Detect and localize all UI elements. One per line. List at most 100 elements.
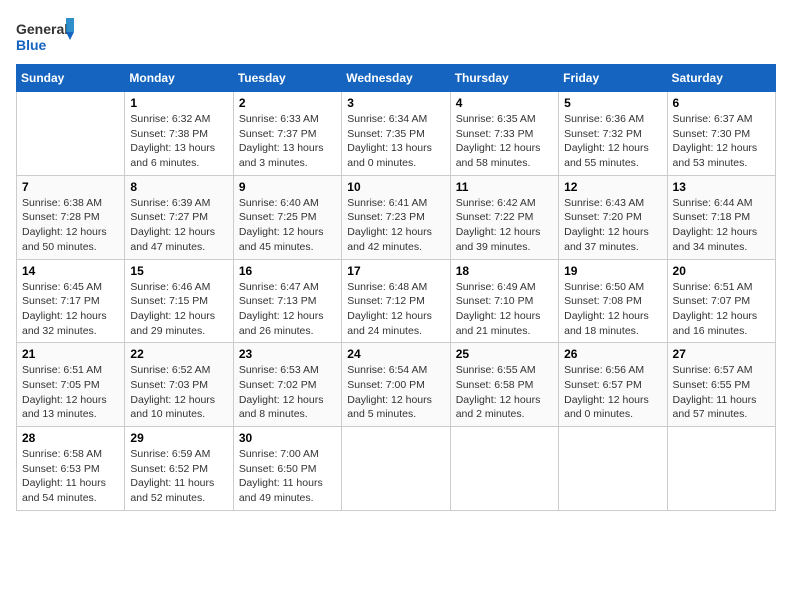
- day-info: Sunrise: 6:55 AMSunset: 6:58 PMDaylight:…: [456, 363, 553, 422]
- day-info: Sunrise: 6:36 AMSunset: 7:32 PMDaylight:…: [564, 112, 661, 171]
- calendar-cell: 10Sunrise: 6:41 AMSunset: 7:23 PMDayligh…: [342, 175, 450, 259]
- day-info: Sunrise: 6:42 AMSunset: 7:22 PMDaylight:…: [456, 196, 553, 255]
- calendar-cell: 17 Sunrise: 6:48 AMSunset: 7:12 PMDayligh…: [342, 259, 450, 343]
- header-wednesday: Wednesday: [342, 65, 450, 92]
- day-number: 24: [347, 347, 444, 361]
- day-info: Sunrise: 6:47 AMSunset: 7:13 PMDaylight:…: [239, 280, 336, 339]
- day-number: 1: [130, 96, 227, 110]
- calendar-cell: [559, 427, 667, 511]
- day-number: 4: [456, 96, 553, 110]
- day-number: 14: [22, 264, 119, 278]
- day-number: 9: [239, 180, 336, 194]
- day-number: 22: [130, 347, 227, 361]
- day-info: Sunrise: 6:56 AMSunset: 6:57 PMDaylight:…: [564, 363, 661, 422]
- day-info: Sunrise: 6:44 AMSunset: 7:18 PMDaylight:…: [673, 196, 770, 255]
- day-number: 25: [456, 347, 553, 361]
- calendar-cell: 16 Sunrise: 6:47 AMSunset: 7:13 PMDayligh…: [233, 259, 341, 343]
- calendar-cell: 2 Sunrise: 6:33 AMSunset: 7:37 PMDaylight…: [233, 92, 341, 176]
- day-info: Sunrise: 6:34 AMSunset: 7:35 PMDaylight:…: [347, 112, 444, 171]
- day-info: Sunrise: 6:38 AMSunset: 7:28 PMDaylight:…: [22, 196, 119, 255]
- logo-svg: General Blue: [16, 16, 76, 56]
- calendar-cell: 27 Sunrise: 6:57 AMSunset: 6:55 PMDayligh…: [667, 343, 775, 427]
- day-info: Sunrise: 6:59 AMSunset: 6:52 PMDaylight:…: [130, 447, 227, 506]
- day-info: Sunrise: 6:32 AMSunset: 7:38 PMDaylight:…: [130, 112, 227, 171]
- calendar-cell: 6 Sunrise: 6:37 AMSunset: 7:30 PMDaylight…: [667, 92, 775, 176]
- day-info: Sunrise: 6:49 AMSunset: 7:10 PMDaylight:…: [456, 280, 553, 339]
- calendar-cell: 9 Sunrise: 6:40 AMSunset: 7:25 PMDaylight…: [233, 175, 341, 259]
- day-info: Sunrise: 6:46 AMSunset: 7:15 PMDaylight:…: [130, 280, 227, 339]
- calendar-cell: 20 Sunrise: 6:51 AMSunset: 7:07 PMDayligh…: [667, 259, 775, 343]
- calendar-cell: 4 Sunrise: 6:35 AMSunset: 7:33 PMDaylight…: [450, 92, 558, 176]
- day-number: 12: [564, 180, 661, 194]
- header-monday: Monday: [125, 65, 233, 92]
- day-number: 20: [673, 264, 770, 278]
- header-sunday: Sunday: [17, 65, 125, 92]
- calendar-cell: [450, 427, 558, 511]
- day-number: 13: [673, 180, 770, 194]
- day-info: Sunrise: 6:54 AMSunset: 7:00 PMDaylight:…: [347, 363, 444, 422]
- calendar-cell: 5 Sunrise: 6:36 AMSunset: 7:32 PMDaylight…: [559, 92, 667, 176]
- day-info: Sunrise: 6:57 AMSunset: 6:55 PMDaylight:…: [673, 363, 770, 422]
- week-row-2: 7Sunrise: 6:38 AMSunset: 7:28 PMDaylight…: [17, 175, 776, 259]
- day-info: Sunrise: 6:35 AMSunset: 7:33 PMDaylight:…: [456, 112, 553, 171]
- day-number: 30: [239, 431, 336, 445]
- day-number: 26: [564, 347, 661, 361]
- calendar-cell: 8 Sunrise: 6:39 AMSunset: 7:27 PMDaylight…: [125, 175, 233, 259]
- day-info: Sunrise: 6:52 AMSunset: 7:03 PMDaylight:…: [130, 363, 227, 422]
- day-number: 16: [239, 264, 336, 278]
- calendar-table: SundayMondayTuesdayWednesdayThursdayFrid…: [16, 64, 776, 511]
- day-number: 8: [130, 180, 227, 194]
- day-info: Sunrise: 6:37 AMSunset: 7:30 PMDaylight:…: [673, 112, 770, 171]
- calendar-cell: 22 Sunrise: 6:52 AMSunset: 7:03 PMDayligh…: [125, 343, 233, 427]
- header-thursday: Thursday: [450, 65, 558, 92]
- calendar-cell: 21 Sunrise: 6:51 AMSunset: 7:05 PMDayligh…: [17, 343, 125, 427]
- day-info: Sunrise: 6:40 AMSunset: 7:25 PMDaylight:…: [239, 196, 336, 255]
- calendar-cell: [17, 92, 125, 176]
- calendar-header-row: SundayMondayTuesdayWednesdayThursdayFrid…: [17, 65, 776, 92]
- page-header: General Blue: [16, 16, 776, 56]
- calendar-cell: 19Sunrise: 6:50 AMSunset: 7:08 PMDayligh…: [559, 259, 667, 343]
- day-number: 18: [456, 264, 553, 278]
- calendar-cell: 11 Sunrise: 6:42 AMSunset: 7:22 PMDayligh…: [450, 175, 558, 259]
- calendar-cell: 3Sunrise: 6:34 AMSunset: 7:35 PMDaylight…: [342, 92, 450, 176]
- calendar-cell: 23 Sunrise: 6:53 AMSunset: 7:02 PMDayligh…: [233, 343, 341, 427]
- day-info: Sunrise: 6:48 AMSunset: 7:12 PMDaylight:…: [347, 280, 444, 339]
- week-row-4: 21 Sunrise: 6:51 AMSunset: 7:05 PMDayligh…: [17, 343, 776, 427]
- day-number: 19: [564, 264, 661, 278]
- day-number: 23: [239, 347, 336, 361]
- day-info: Sunrise: 6:51 AMSunset: 7:07 PMDaylight:…: [673, 280, 770, 339]
- day-number: 5: [564, 96, 661, 110]
- day-number: 15: [130, 264, 227, 278]
- day-number: 17: [347, 264, 444, 278]
- calendar-cell: 29Sunrise: 6:59 AMSunset: 6:52 PMDayligh…: [125, 427, 233, 511]
- week-row-1: 1 Sunrise: 6:32 AMSunset: 7:38 PMDaylight…: [17, 92, 776, 176]
- day-info: Sunrise: 6:45 AMSunset: 7:17 PMDaylight:…: [22, 280, 119, 339]
- day-info: Sunrise: 7:00 AMSunset: 6:50 PMDaylight:…: [239, 447, 336, 506]
- day-info: Sunrise: 6:58 AMSunset: 6:53 PMDaylight:…: [22, 447, 119, 506]
- day-info: Sunrise: 6:33 AMSunset: 7:37 PMDaylight:…: [239, 112, 336, 171]
- day-number: 28: [22, 431, 119, 445]
- day-number: 21: [22, 347, 119, 361]
- day-info: Sunrise: 6:39 AMSunset: 7:27 PMDaylight:…: [130, 196, 227, 255]
- calendar-cell: 28 Sunrise: 6:58 AMSunset: 6:53 PMDayligh…: [17, 427, 125, 511]
- day-info: Sunrise: 6:51 AMSunset: 7:05 PMDaylight:…: [22, 363, 119, 422]
- logo: General Blue: [16, 16, 76, 56]
- day-info: Sunrise: 6:53 AMSunset: 7:02 PMDaylight:…: [239, 363, 336, 422]
- header-friday: Friday: [559, 65, 667, 92]
- calendar-cell: 1 Sunrise: 6:32 AMSunset: 7:38 PMDaylight…: [125, 92, 233, 176]
- calendar-cell: 7Sunrise: 6:38 AMSunset: 7:28 PMDaylight…: [17, 175, 125, 259]
- svg-text:General: General: [16, 21, 68, 37]
- calendar-cell: 18 Sunrise: 6:49 AMSunset: 7:10 PMDayligh…: [450, 259, 558, 343]
- calendar-cell: 25 Sunrise: 6:55 AMSunset: 6:58 PMDayligh…: [450, 343, 558, 427]
- calendar-cell: 12 Sunrise: 6:43 AMSunset: 7:20 PMDayligh…: [559, 175, 667, 259]
- header-saturday: Saturday: [667, 65, 775, 92]
- day-number: 11: [456, 180, 553, 194]
- day-info: Sunrise: 6:43 AMSunset: 7:20 PMDaylight:…: [564, 196, 661, 255]
- calendar-cell: 26 Sunrise: 6:56 AMSunset: 6:57 PMDayligh…: [559, 343, 667, 427]
- day-number: 27: [673, 347, 770, 361]
- svg-text:Blue: Blue: [16, 37, 47, 53]
- day-number: 2: [239, 96, 336, 110]
- calendar-cell: 15 Sunrise: 6:46 AMSunset: 7:15 PMDayligh…: [125, 259, 233, 343]
- day-number: 6: [673, 96, 770, 110]
- day-info: Sunrise: 6:41 AMSunset: 7:23 PMDaylight:…: [347, 196, 444, 255]
